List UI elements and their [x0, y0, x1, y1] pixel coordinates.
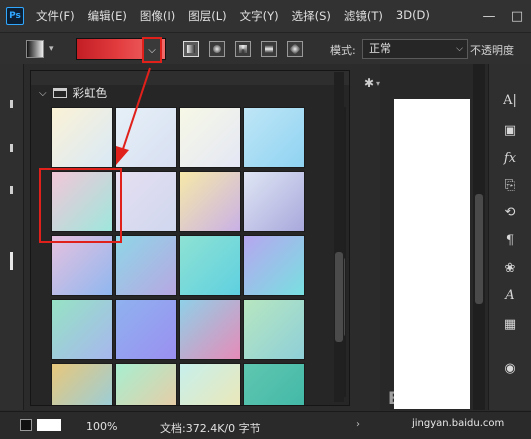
gradient-swatch[interactable]: [115, 299, 177, 360]
chevron-down-icon: ⌵: [148, 44, 156, 56]
layers-panel-icon[interactable]: ◉: [500, 360, 520, 378]
opacity-label: 不透明度: [470, 44, 514, 57]
tool-marker[interactable]: [10, 144, 13, 152]
history-panel-icon[interactable]: ⟲: [500, 204, 520, 222]
gradient-swatch[interactable]: [243, 299, 305, 360]
mode-label: 模式:: [330, 44, 356, 57]
gradient-swatch[interactable]: [179, 299, 241, 360]
folder-label: 彩虹色: [72, 86, 108, 100]
gradient-swatch[interactable]: [179, 171, 241, 232]
background-swatch[interactable]: [37, 419, 61, 431]
gradient-swatch[interactable]: [243, 363, 305, 405]
swatches-panel-icon[interactable]: ▣: [500, 122, 520, 140]
watermark-url: jingyan.baidu.com: [412, 418, 505, 429]
menu-item-5[interactable]: 选择(S): [292, 8, 331, 24]
reflected-gradient-button[interactable]: [261, 41, 277, 57]
gradient-swatch[interactable]: [243, 171, 305, 232]
styles-fx-icon[interactable]: fx: [500, 150, 520, 168]
menu-bar: Ps 文件(F) 编辑(E) 图像(I) 图层(L) 文字(Y) 选择(S) 滤镜(T) 3D…: [0, 0, 531, 32]
paragraph-panel-icon[interactable]: ¶: [500, 232, 520, 250]
gradient-swatch[interactable]: [51, 299, 113, 360]
scrollbar-thumb[interactable]: [335, 252, 343, 342]
menu-item-6[interactable]: 滤镜(T): [344, 8, 383, 24]
collapsed-panel: [352, 66, 380, 406]
gradient-picker-popup: ⌵ 彩虹色: [30, 70, 350, 406]
menu-item-7[interactable]: 3D(D): [396, 8, 430, 24]
scrollbar-thumb[interactable]: [475, 194, 483, 304]
chevron-down-icon[interactable]: ⌵: [39, 88, 47, 99]
gradient-swatch[interactable]: [179, 235, 241, 296]
gradient-swatch[interactable]: [115, 363, 177, 405]
tool-marker[interactable]: [10, 186, 13, 194]
left-toolbar: [0, 64, 24, 410]
maximize-button[interactable]: □: [503, 9, 531, 24]
menu-item-4[interactable]: 文字(Y): [240, 8, 279, 24]
gradient-swatch[interactable]: [51, 171, 113, 232]
gradient-swatch[interactable]: [179, 363, 241, 405]
angle-gradient-button[interactable]: [235, 41, 251, 57]
menu-item-1[interactable]: 编辑(E): [88, 8, 127, 24]
gradient-swatch[interactable]: [115, 107, 177, 168]
canvas-scrollbar[interactable]: [473, 64, 485, 410]
document-info: 文档:372.4K/0 字节: [160, 422, 261, 435]
chevron-right-icon[interactable]: ›: [356, 419, 360, 430]
gradient-swatch[interactable]: [51, 363, 113, 405]
minimize-button[interactable]: —: [475, 9, 503, 24]
character-panel-icon[interactable]: A|: [500, 92, 520, 110]
gradient-swatch[interactable]: [243, 107, 305, 168]
color-panel-icon[interactable]: ❀: [500, 260, 520, 278]
menu-item-3[interactable]: 图层(L): [188, 8, 226, 24]
grid-panel-icon[interactable]: ▦: [500, 316, 520, 334]
folder-icon: [52, 88, 67, 98]
linear-gradient-button[interactable]: [183, 41, 199, 57]
foreground-swatch[interactable]: [20, 419, 32, 431]
document-canvas[interactable]: [394, 99, 470, 409]
mode-select[interactable]: 正常 ⌵: [362, 39, 468, 59]
options-bar: ▾ ⌵ 模式: 正常 ⌵ 不透明度: [0, 32, 531, 64]
gradient-swatch[interactable]: [179, 107, 241, 168]
actions-panel-icon[interactable]: ⎘: [500, 177, 520, 195]
menu-item-2[interactable]: 图像(I): [140, 8, 175, 24]
gradient-swatch[interactable]: [51, 107, 113, 168]
mode-value: 正常: [369, 42, 391, 55]
tool-marker[interactable]: [10, 252, 13, 270]
glyphs-panel-icon[interactable]: A: [500, 287, 520, 305]
panel-scrollbar[interactable]: [334, 72, 344, 402]
gradient-swatch[interactable]: [115, 235, 177, 296]
tool-marker[interactable]: [10, 100, 13, 108]
gradient-swatch[interactable]: [115, 171, 177, 232]
gradient-swatch[interactable]: [51, 235, 113, 296]
menu-list: 文件(F) 编辑(E) 图像(I) 图层(L) 文字(Y) 选择(S) 滤镜(T) 3D(D): [36, 8, 443, 24]
chevron-down-icon: ⌵: [456, 44, 463, 54]
diamond-gradient-button[interactable]: [287, 41, 303, 57]
zoom-level[interactable]: 100%: [86, 420, 117, 433]
gradient-dropdown-button[interactable]: ⌵: [142, 37, 162, 63]
tool-preset-picker[interactable]: [26, 39, 44, 58]
gradient-swatch[interactable]: [243, 235, 305, 296]
menu-item-0[interactable]: 文件(F): [36, 8, 75, 24]
watermark-logo: Bai 经验: [388, 389, 459, 409]
chevron-down-icon[interactable]: ▾: [49, 44, 54, 54]
gradient-folder-row[interactable]: ⌵ 彩虹色: [31, 81, 349, 105]
gear-icon[interactable]: ✱: [364, 76, 374, 90]
photoshop-logo: Ps: [6, 7, 24, 25]
window-controls: — □: [475, 0, 531, 32]
radial-gradient-button[interactable]: [209, 41, 225, 57]
